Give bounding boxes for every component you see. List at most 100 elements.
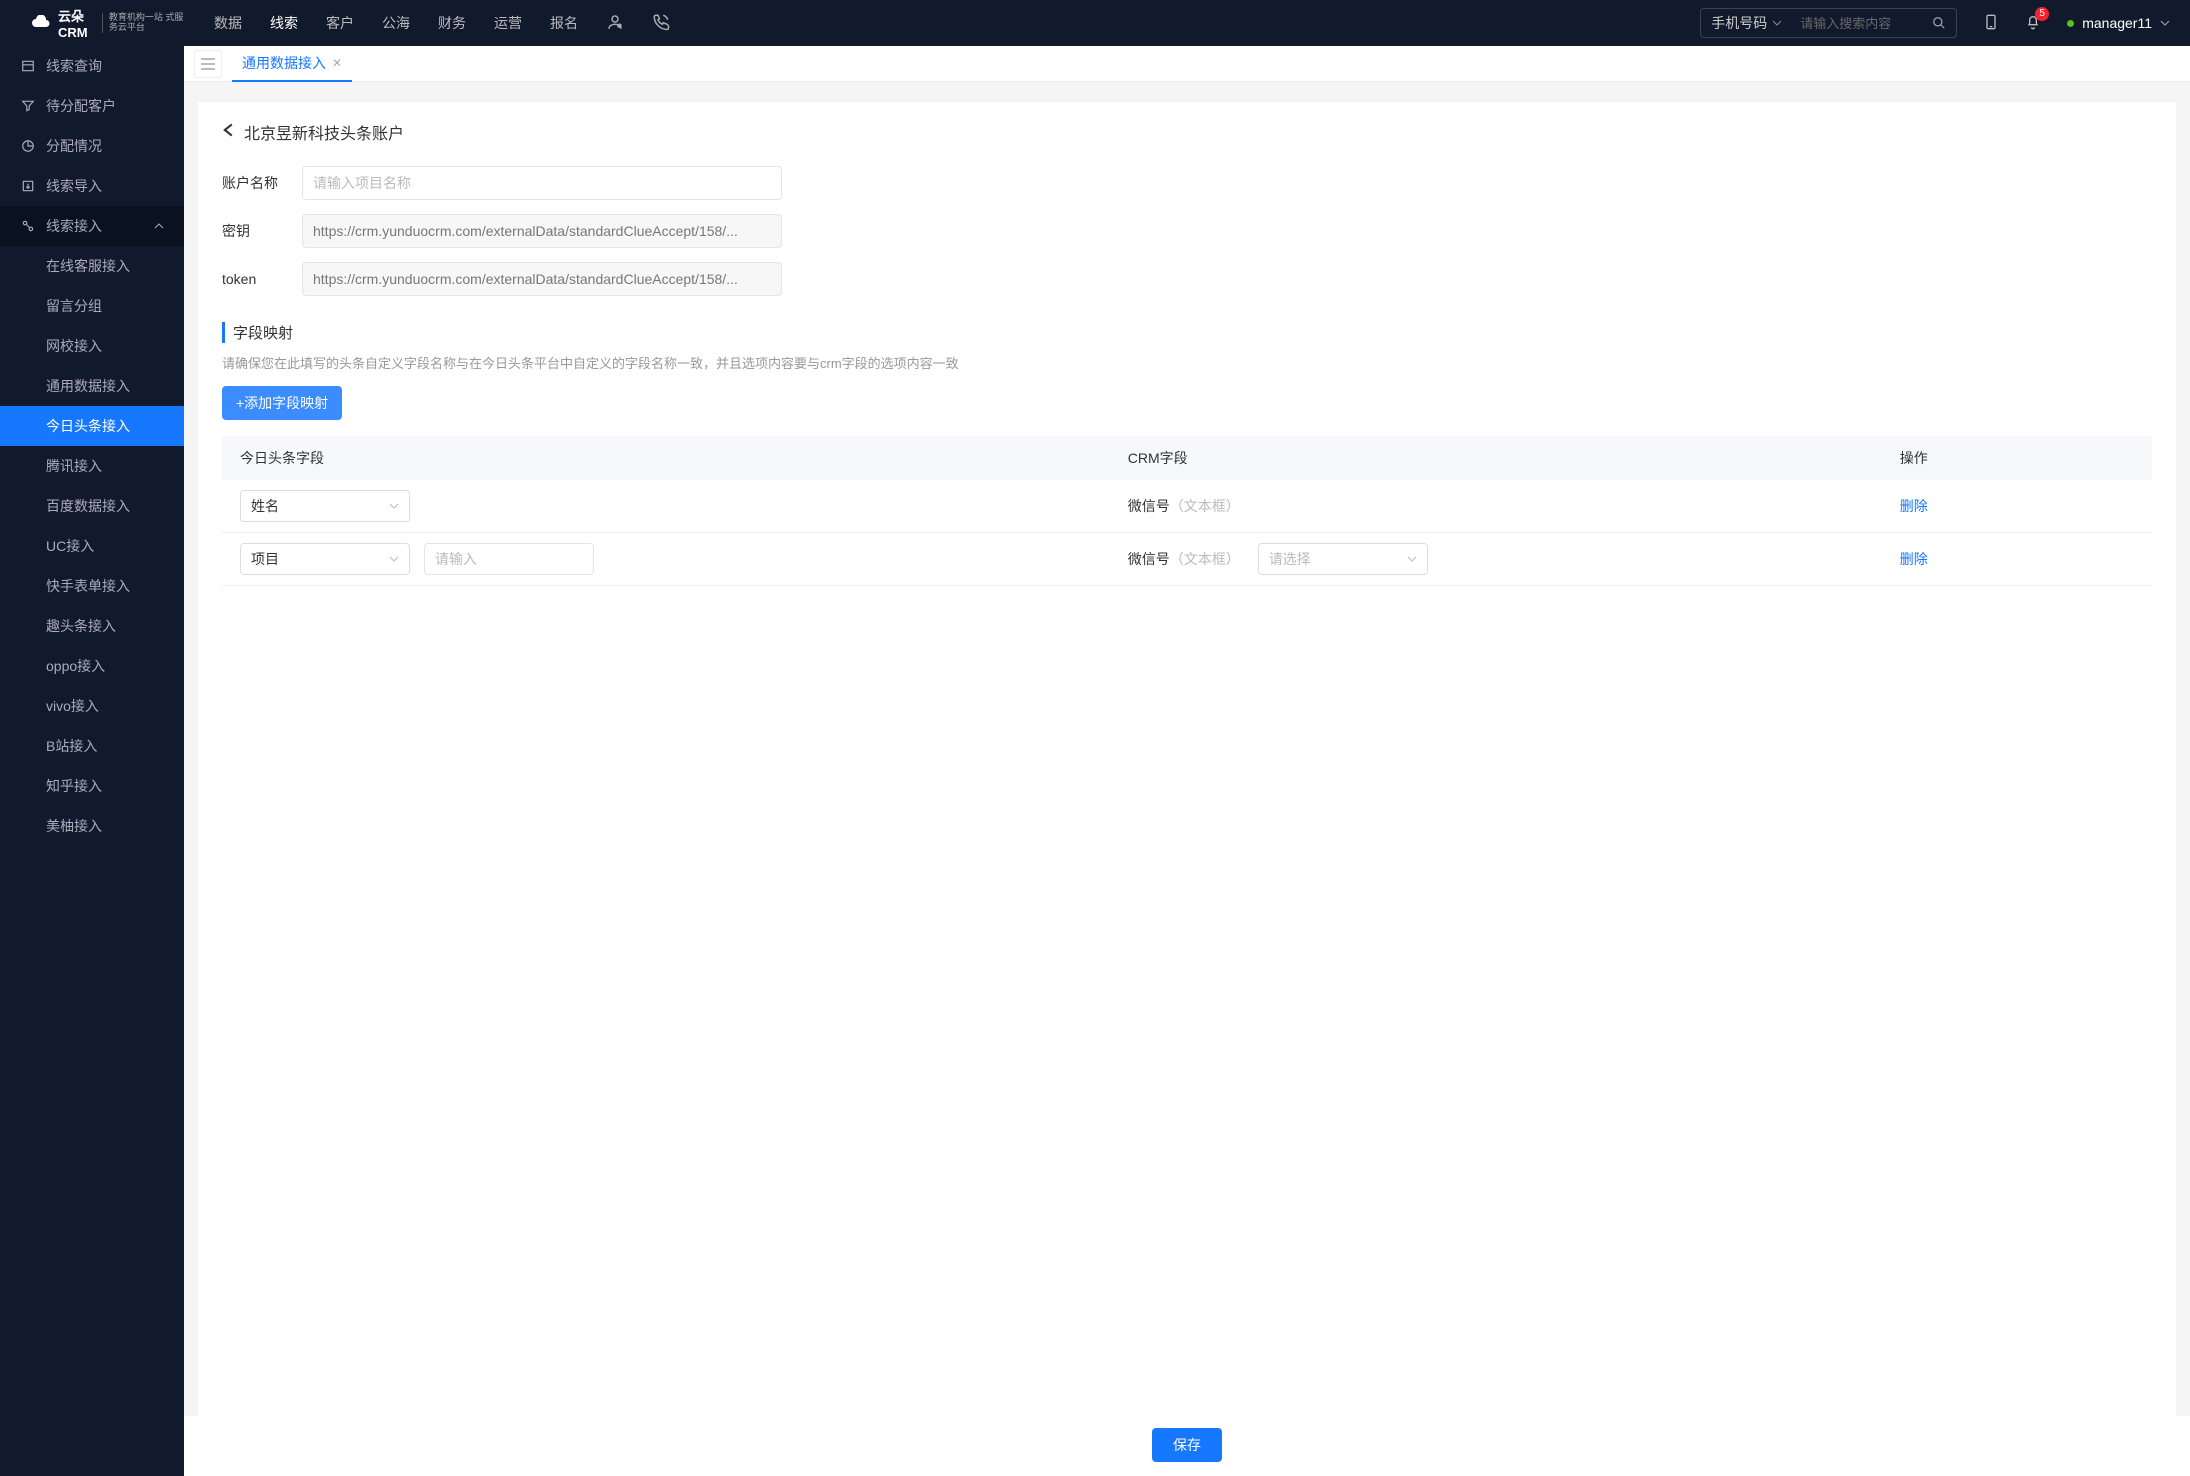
sidebar-collapse-button[interactable] <box>194 50 222 78</box>
token-label: token <box>222 271 302 287</box>
sidebar-sub-generic[interactable]: 通用数据接入 <box>0 366 184 406</box>
delete-link[interactable]: 删除 <box>1900 498 1928 514</box>
back-button[interactable] <box>222 123 236 142</box>
card: 北京昱新科技头条账户 账户名称 密钥 token 字段映射 请确保您在此填写的头… <box>198 102 2176 1416</box>
sidebar-sub-meiyou[interactable]: 美柚接入 <box>0 806 184 846</box>
sidebar-item-allocation[interactable]: 分配情况 <box>0 126 184 166</box>
sidebar-sub-message-group[interactable]: 留言分组 <box>0 286 184 326</box>
form-row-token: token <box>222 262 2152 296</box>
section-hint: 请确保您在此填写的头条自定义字段名称与在今日头条平台中自定义的字段名称一致，并且… <box>222 353 2152 372</box>
tab-label: 通用数据接入 <box>242 53 326 73</box>
form-row-secret: 密钥 <box>222 214 2152 248</box>
crm-field-type: （文本框） <box>1170 498 1240 514</box>
chevron-down-icon <box>1772 18 1782 28</box>
sidebar-sub-vivo[interactable]: vivo接入 <box>0 686 184 726</box>
crm-select[interactable]: 请选择 <box>1258 543 1428 575</box>
topbar: 云朵CRM 教育机构一站 式服务云平台 数据 线索 客户 公海 财务 运营 报名… <box>0 0 2190 46</box>
sidebar-item-leads-query[interactable]: 线索查询 <box>0 46 184 86</box>
sidebar-sub-oppo[interactable]: oppo接入 <box>0 646 184 686</box>
chevron-up-icon <box>154 221 164 231</box>
account-name-input[interactable] <box>302 166 782 200</box>
user-name: manager11 <box>2082 15 2152 31</box>
crm-select-placeholder: 请选择 <box>1269 549 1311 569</box>
filter-icon <box>20 99 36 113</box>
connect-icon <box>20 219 36 233</box>
breadcrumb: 北京昱新科技头条账户 <box>222 120 2152 144</box>
sidebar-sub-tencent[interactable]: 腾讯接入 <box>0 446 184 486</box>
sidebar-sub-school[interactable]: 网校接入 <box>0 326 184 366</box>
section-title: 字段映射 <box>222 322 2152 343</box>
nav-item-data[interactable]: 数据 <box>214 13 242 34</box>
nav-user-icon[interactable] <box>606 13 624 34</box>
top-right: 手机号码 5 manager11 <box>1700 8 2170 38</box>
tt-field-extra-input[interactable] <box>424 543 594 575</box>
tt-field-select[interactable]: 项目 <box>240 543 410 575</box>
user-menu[interactable]: manager11 <box>2067 15 2170 31</box>
crm-field-value: 微信号 <box>1128 498 1170 514</box>
pie-icon <box>20 139 36 153</box>
add-mapping-button[interactable]: +添加字段映射 <box>222 386 342 420</box>
sidebar-sub-bilibili[interactable]: B站接入 <box>0 726 184 766</box>
sidebar-item-label: 待分配客户 <box>46 96 116 116</box>
page-title: 北京昱新科技头条账户 <box>244 120 404 144</box>
secret-label: 密钥 <box>222 221 302 241</box>
col-action: 操作 <box>1882 436 2152 480</box>
mapping-table: 今日头条字段 CRM字段 操作 姓名 <box>222 436 2152 586</box>
tab-generic-data[interactable]: 通用数据接入 ✕ <box>232 46 352 82</box>
logo[interactable]: 云朵CRM 教育机构一站 式服务云平台 <box>0 6 184 40</box>
nav-item-finance[interactable]: 财务 <box>438 13 466 34</box>
crm-field-type: （文本框） <box>1170 551 1240 567</box>
sidebar-item-label: 线索导入 <box>46 176 102 196</box>
logo-text: 云朵CRM <box>58 6 96 40</box>
account-label: 账户名称 <box>222 173 302 193</box>
nav-item-enroll[interactable]: 报名 <box>550 13 578 34</box>
nav-item-public[interactable]: 公海 <box>382 13 410 34</box>
sidebar-item-leads-import[interactable]: 线索导入 <box>0 166 184 206</box>
sidebar-sub-baidu[interactable]: 百度数据接入 <box>0 486 184 526</box>
list-icon <box>20 59 36 73</box>
nav-phone-icon[interactable] <box>652 13 670 34</box>
tt-field-select[interactable]: 姓名 <box>240 490 410 522</box>
table-row: 姓名 微信号（文本框） 删除 <box>222 480 2152 533</box>
sidebar-sub-uc[interactable]: UC接入 <box>0 526 184 566</box>
token-input[interactable] <box>302 262 782 296</box>
sidebar-item-label: 线索接入 <box>46 216 102 236</box>
search-button[interactable] <box>1922 16 1956 30</box>
col-crm-field: CRM字段 <box>1110 436 1882 480</box>
tt-field-value: 姓名 <box>251 496 279 516</box>
chevron-down-icon <box>1407 554 1417 564</box>
sidebar-sub-toutiao[interactable]: 今日头条接入 <box>0 406 184 446</box>
chevron-down-icon <box>389 501 399 511</box>
sidebar-sub-zhihu[interactable]: 知乎接入 <box>0 766 184 806</box>
sidebar-item-label: 线索查询 <box>46 56 102 76</box>
save-button[interactable]: 保存 <box>1152 1428 1222 1462</box>
nav-item-leads[interactable]: 线索 <box>270 13 298 34</box>
crm-field-value: 微信号 <box>1128 551 1170 567</box>
sidebar-item-label: 分配情况 <box>46 136 102 156</box>
bell-icon[interactable]: 5 <box>2025 13 2041 34</box>
search-input[interactable] <box>1792 16 1922 31</box>
chevron-down-icon <box>389 554 399 564</box>
sidebar-sub-kuaishou[interactable]: 快手表单接入 <box>0 566 184 606</box>
logo-sub: 教育机构一站 式服务云平台 <box>102 13 184 33</box>
chevron-down-icon <box>2160 18 2170 28</box>
online-dot-icon <box>2067 20 2074 27</box>
cloud-icon <box>30 15 52 31</box>
sidebar-sub-online-chat[interactable]: 在线客服接入 <box>0 246 184 286</box>
sidebar-item-pending-cust[interactable]: 待分配客户 <box>0 86 184 126</box>
tt-field-value: 项目 <box>251 549 279 569</box>
col-toutiao-field: 今日头条字段 <box>222 436 1110 480</box>
sidebar: 线索查询 待分配客户 分配情况 线索导入 线索接入 在线客服接入 留言分组 网校… <box>0 46 184 1476</box>
nav-item-ops[interactable]: 运营 <box>494 13 522 34</box>
nav-item-customers[interactable]: 客户 <box>326 13 354 34</box>
secret-input[interactable] <box>302 214 782 248</box>
close-icon[interactable]: ✕ <box>332 56 342 70</box>
sidebar-item-leads-access[interactable]: 线索接入 <box>0 206 184 246</box>
delete-link[interactable]: 删除 <box>1900 551 1928 567</box>
footer-bar: 保存 <box>184 1416 2190 1476</box>
content: 北京昱新科技头条账户 账户名称 密钥 token 字段映射 请确保您在此填写的头… <box>184 82 2190 1416</box>
search-filter-select[interactable]: 手机号码 <box>1701 13 1792 33</box>
sidebar-sub-qutoutiao[interactable]: 趣头条接入 <box>0 606 184 646</box>
layout: 线索查询 待分配客户 分配情况 线索导入 线索接入 在线客服接入 留言分组 网校… <box>0 46 2190 1476</box>
mobile-icon[interactable] <box>1983 13 1999 34</box>
